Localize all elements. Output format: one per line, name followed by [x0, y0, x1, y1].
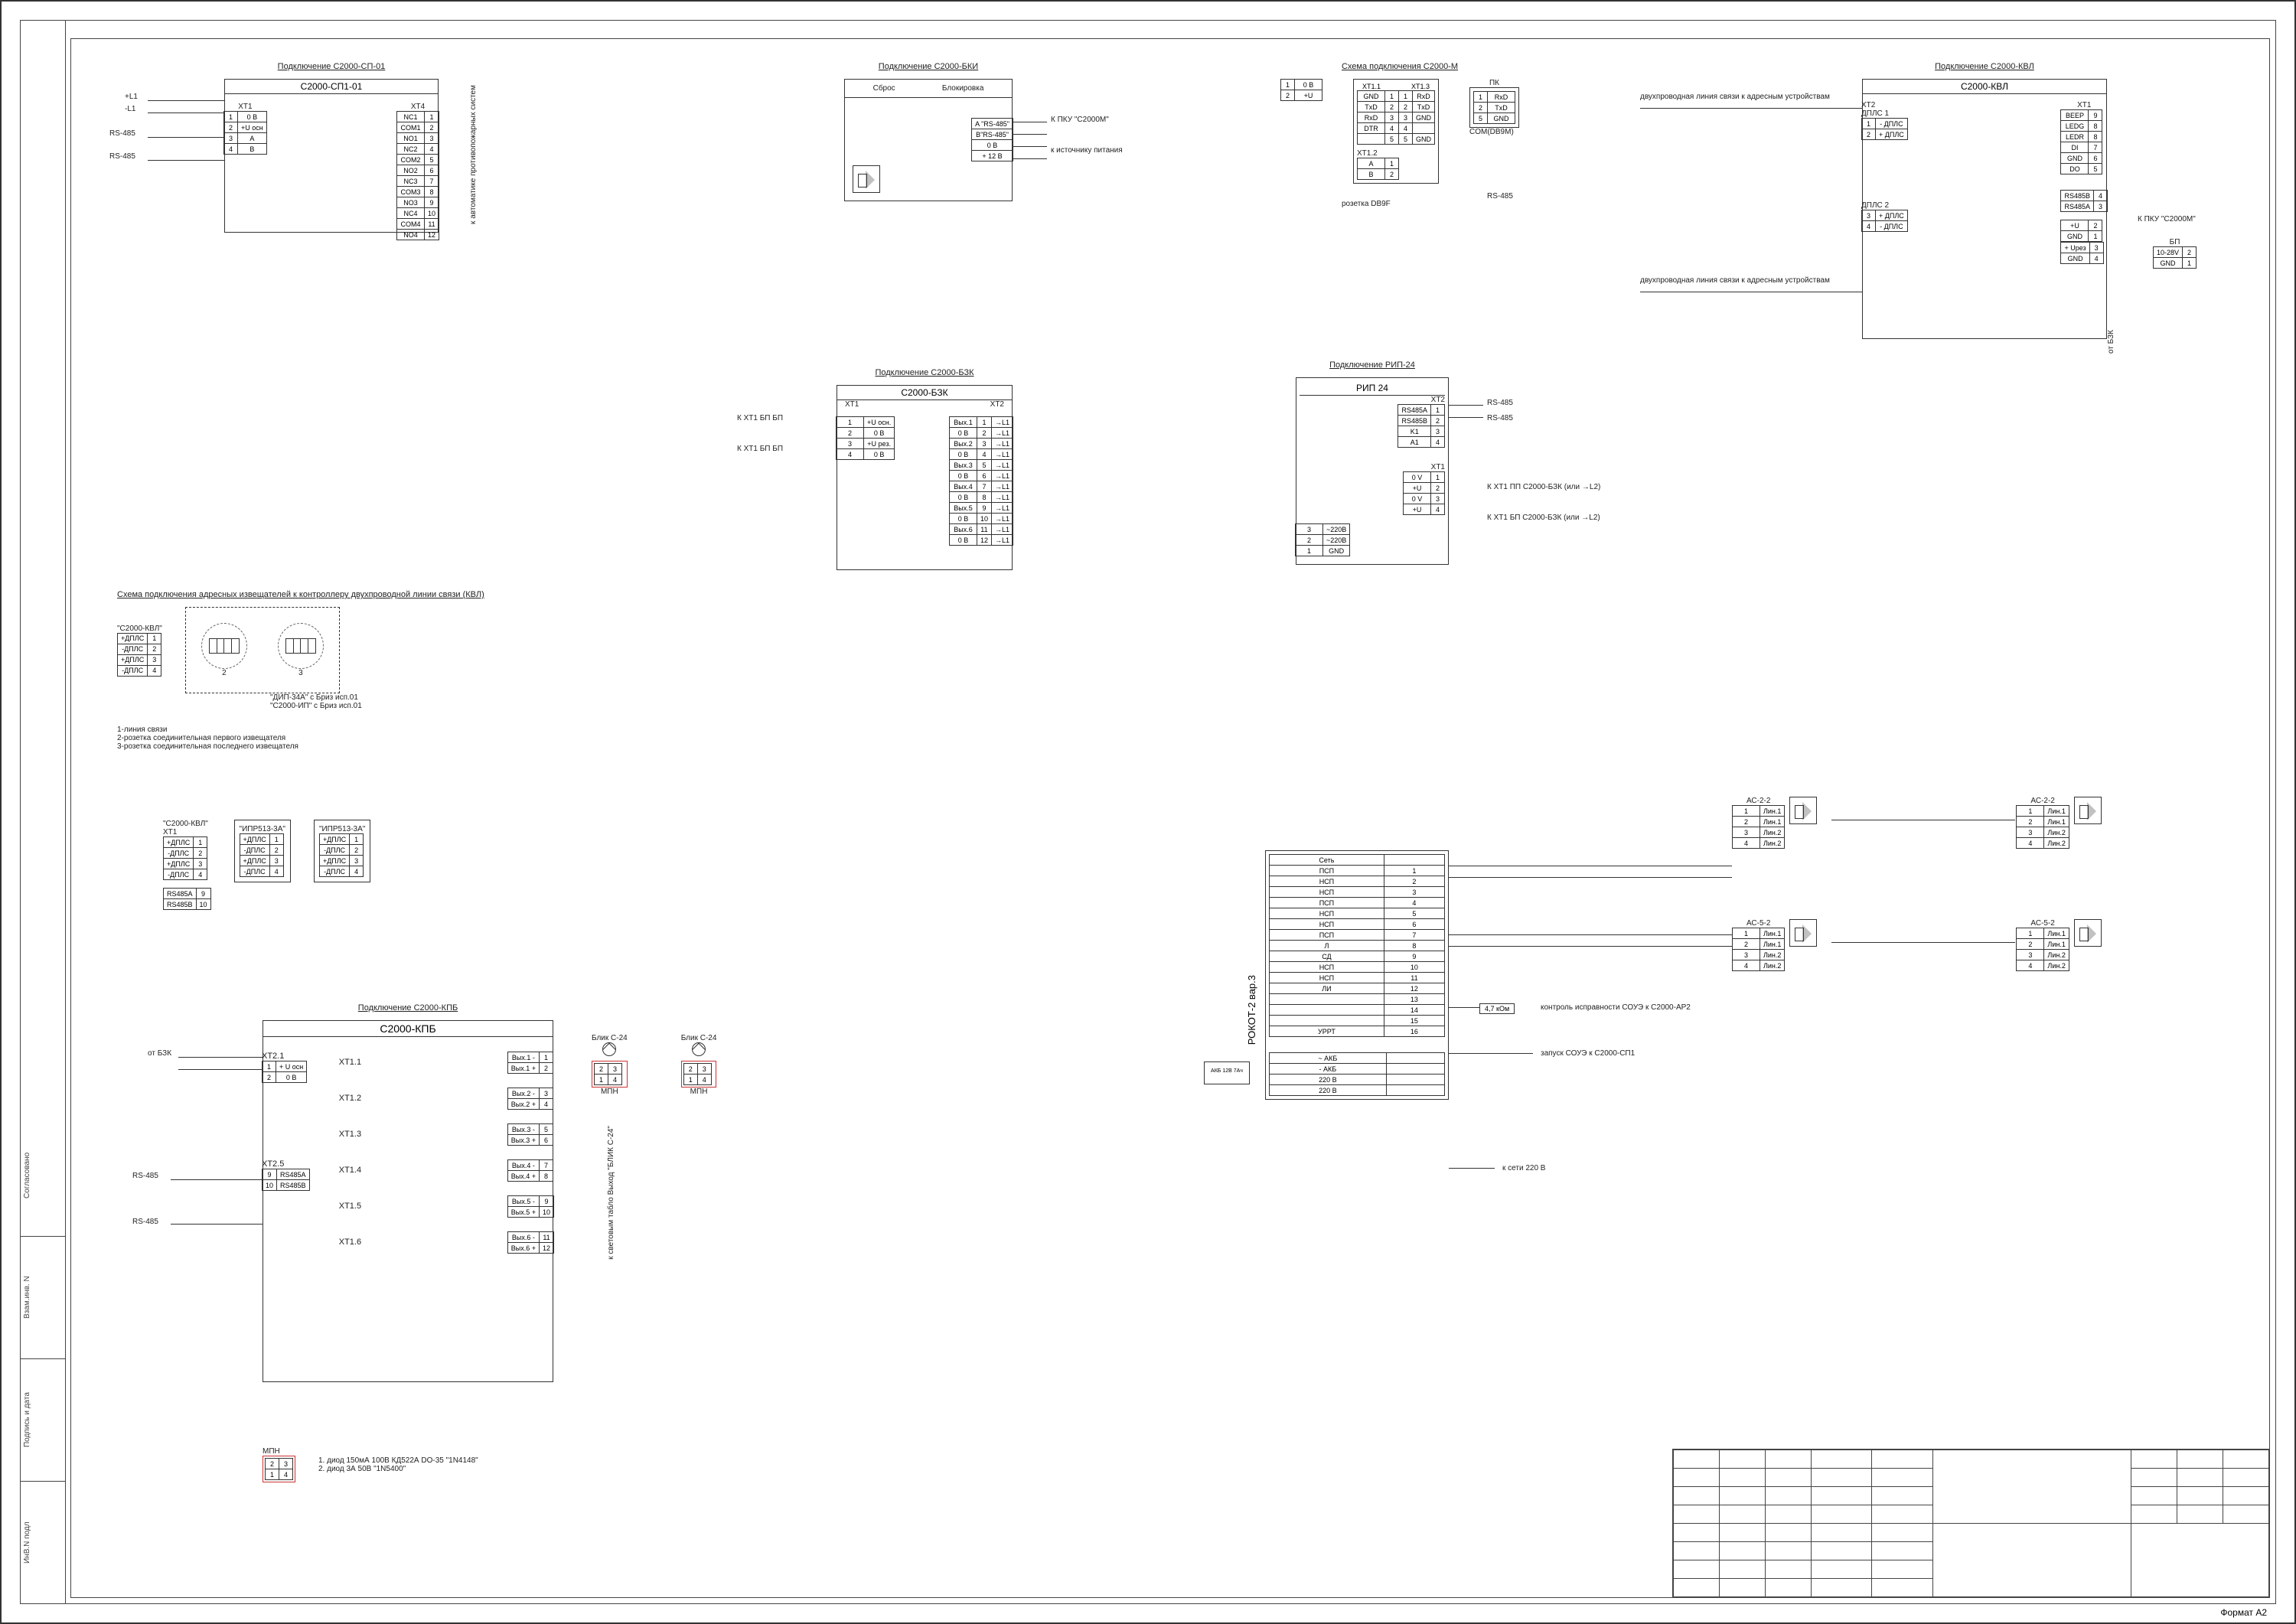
- schematic-canvas: Подключение С2000-СП-01 С2000-СП1-01 XT1…: [71, 39, 2269, 1597]
- heading-detectors: Схема подключения адресных извещателей к…: [117, 590, 592, 599]
- title-block: [1672, 1449, 2269, 1597]
- block-detectors: Схема подключения адресных извещателей к…: [117, 590, 592, 751]
- resistor-icon: 4,7 кОм: [1479, 1003, 1515, 1014]
- cell-vzam: Взам.инв. N: [20, 1237, 65, 1359]
- speaker-icon: [1789, 919, 1817, 947]
- block-kpb: Подключение С2000-КПБ С2000-КПБ XT2.1 1+…: [263, 1003, 553, 1382]
- speaker-icon: [1789, 797, 1817, 824]
- speaker-icon: [2074, 919, 2102, 947]
- title-block-left: ИнВ.N подл Подпись и дата Взам.инв. N Со…: [20, 20, 66, 1604]
- heading-s2000m: Схема подключения С2000-М: [1280, 62, 1519, 71]
- block-sp101: Подключение С2000-СП-01 С2000-СП1-01 XT1…: [224, 62, 439, 233]
- battery-icon: АКБ 12В 7Ач: [1204, 1061, 1250, 1084]
- speakers-row1: АС-2-21Лин.12Лин.13Лин.24Лин.2 АС-2-21Ли…: [1732, 797, 2102, 849]
- detector-icon: [201, 623, 247, 669]
- cell-inv: ИнВ.N подл: [20, 1482, 65, 1604]
- speaker-icon: [2074, 797, 2102, 824]
- block-s2000m: Схема подключения С2000-М 10 В2+U XT1.1X…: [1280, 62, 1519, 184]
- blik-lamps: Блик С-24 2314 МПН Блик С-24 2314 МПН: [592, 1034, 716, 1096]
- lamp-icon: [692, 1042, 706, 1056]
- block-rokot: РОКОТ-2 вар.3 СетьПСП1НСП2НСП3ПСП4НСП5НС…: [1265, 850, 1449, 1100]
- label-rs2: RS-485: [109, 152, 135, 161]
- label-l1p: +L1: [125, 93, 138, 101]
- heading-bki: Подключение С2000-БКИ: [844, 62, 1013, 71]
- label-rs1: RS-485: [109, 129, 135, 138]
- heading-bzk: Подключение С2000-БЗК: [837, 368, 1013, 377]
- cell-sogl: Согласовано: [20, 1114, 65, 1237]
- bki-pins: A "RS-485" B"RS-485" 0 В + 12 В: [971, 118, 1013, 161]
- block-kdl: Подключение С2000-КВЛ С2000-КВЛ XT2 ДПЛС…: [1862, 62, 2107, 339]
- sp101-rightnote: к автоматике противопожарных систем: [469, 85, 478, 224]
- detector-icon: [278, 623, 324, 669]
- name-sp101: С2000-СП1-01: [225, 80, 438, 94]
- sp101-left-pins: 10 В 2+U осн 3A 4B: [223, 111, 267, 155]
- mpn-legend: МПН 2314 1. диод 150мА 100В КД522А DO-35…: [263, 1447, 478, 1482]
- heading-rip24: Подключение РИП-24: [1296, 360, 1449, 370]
- cell-sign: Подпись и дата: [20, 1359, 65, 1482]
- block-rip24: Подключение РИП-24 РИП 24 XT2 RS485A1RS4…: [1296, 360, 1449, 565]
- speaker-icon: [853, 165, 880, 193]
- block-bzk: Подключение С2000-БЗК С2000-БЗК XT1XT2 1…: [837, 368, 1013, 570]
- heading-kdl: Подключение С2000-КВЛ: [1862, 62, 2107, 71]
- block-bki: Подключение С2000-БКИ Сброс Блокировка A…: [844, 62, 1013, 201]
- label-l1m: -L1: [125, 105, 135, 113]
- heading-kpb: Подключение С2000-КПБ: [263, 1003, 553, 1013]
- lamp-icon: [602, 1042, 616, 1056]
- sp101-right-pins: NC11COM12NO13NC24COM25NO26NC37COM38NO39N…: [396, 111, 439, 240]
- format-label: Формат A2: [2220, 1607, 2267, 1618]
- block-ipr: "С2000-КВЛ" XT1 +ДПЛС1-ДПЛС2+ДПЛС3-ДПЛС4…: [163, 820, 370, 910]
- speakers-row2: АС-5-21Лин.12Лин.13Лин.24Лин.2 АС-5-21Ли…: [1732, 919, 2102, 971]
- heading-sp101: Подключение С2000-СП-01: [224, 62, 439, 71]
